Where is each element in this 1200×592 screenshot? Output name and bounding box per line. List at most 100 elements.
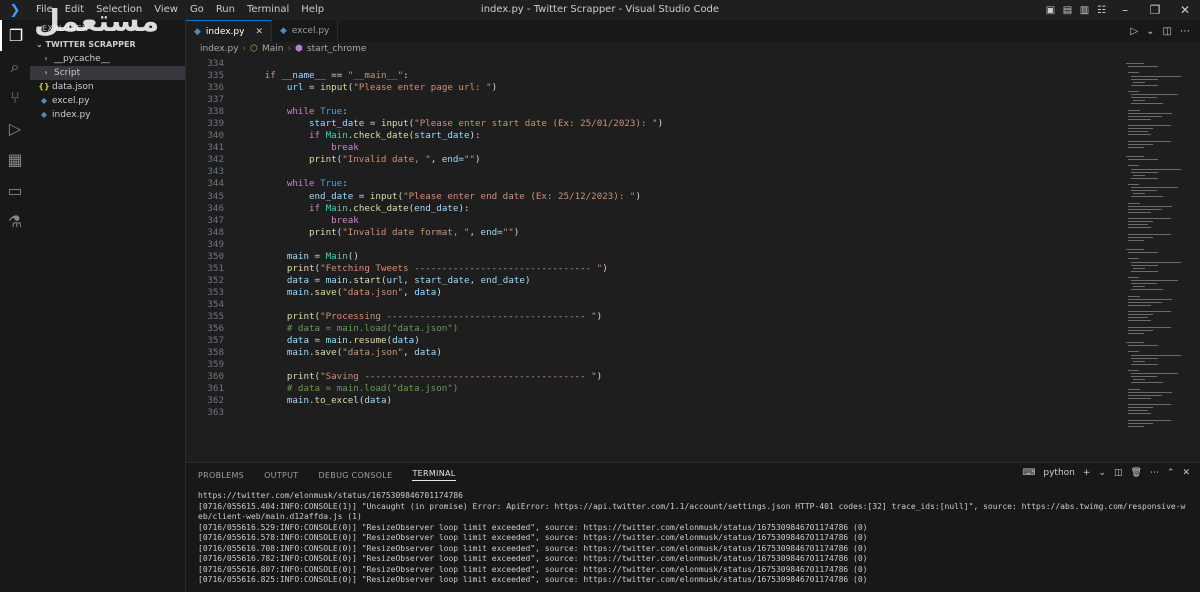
tab-problems[interactable]: PROBLEMS — [198, 471, 244, 480]
trash-icon[interactable]: 🗑 — [1130, 468, 1141, 478]
minimap-line — [1130, 261, 1182, 263]
line-number: 355 — [207, 310, 224, 322]
python-file-icon: ◆ — [40, 110, 48, 119]
method-symbol-icon: ⬢ — [295, 44, 303, 54]
line-number: 361 — [207, 383, 224, 395]
tab-excel-py[interactable]: ◆ excel.py — [272, 20, 339, 42]
remote-explorer-icon[interactable]: ▭ — [0, 175, 30, 206]
code-text: main.save("data.json", data) — [286, 347, 442, 359]
tab-index-py[interactable]: ◆ index.py ✕ — [186, 20, 272, 42]
code-line: 339 start_date = input("Please enter sta… — [186, 118, 1116, 130]
code-text: print("Processing ----------------------… — [286, 310, 603, 322]
menu-go[interactable]: Go — [184, 0, 210, 20]
code-line: 361 # data = main.load("data.json") — [186, 383, 1116, 395]
terminal-shell-icon: ⌨ — [1022, 468, 1036, 478]
minimap-line — [1128, 143, 1153, 145]
chevron-down-icon[interactable]: ⌄ — [1098, 468, 1106, 478]
minimap-line — [1128, 258, 1139, 260]
split-editor-icon[interactable]: ◫ — [1163, 26, 1172, 37]
run-debug-icon[interactable]: ▷ — [0, 113, 30, 144]
toggle-sidebar-icon[interactable]: ▣ — [1042, 5, 1059, 16]
minimap-line — [1130, 171, 1159, 173]
minimap-line — [1128, 311, 1172, 313]
terminal-output[interactable]: https://twitter.com/elonmusk/status/1675… — [198, 491, 1188, 586]
minimap-line — [1130, 283, 1157, 285]
minimap-line — [1128, 329, 1153, 331]
close-panel-icon[interactable]: ✕ — [1182, 468, 1190, 478]
tab-output[interactable]: OUTPUT — [264, 471, 298, 480]
tab-debug-console[interactable]: DEBUG CONSOLE — [318, 471, 392, 480]
line-number: 347 — [207, 214, 224, 226]
tab-terminal[interactable]: TERMINAL — [412, 469, 456, 481]
minimap[interactable] — [1116, 58, 1200, 462]
explorer-sidebar: EXPLORER ⌄ TWITTER SCRAPPER › __pycache_… — [30, 20, 186, 592]
tree-item-data-json[interactable]: {} data.json — [30, 80, 185, 94]
minimize-icon[interactable]: – — [1110, 3, 1140, 17]
terminal-shell-name[interactable]: python — [1043, 468, 1074, 478]
minimap-line — [1128, 397, 1151, 399]
split-terminal-icon[interactable]: ◫ — [1114, 468, 1123, 478]
toggle-secondary-sidebar-icon[interactable]: ▥ — [1076, 5, 1093, 16]
extensions-icon[interactable]: ▦ — [0, 144, 30, 175]
terminal-line: [0716/055616.578:INFO:CONSOLE(0)] "Resiz… — [198, 533, 868, 542]
breadcrumb-method[interactable]: start_chrome — [307, 44, 366, 54]
more-actions-icon[interactable]: ⋯ — [1150, 468, 1159, 478]
minimap-line — [1133, 379, 1146, 381]
tree-item-excel-py[interactable]: ◆ excel.py — [30, 94, 185, 108]
code-text: while True: — [286, 106, 348, 118]
minimap-line — [1128, 370, 1139, 371]
tree-item-label: Script — [54, 68, 81, 78]
minimap-line — [1128, 205, 1172, 207]
class-symbol-icon: ⬡ — [250, 44, 258, 54]
breadcrumb-file[interactable]: index.py — [200, 44, 239, 54]
editor-actions: ▷ ⌄ ◫ ⋯ — [1130, 20, 1190, 42]
terminal-line: https://twitter.com/elonmusk/status/1675… — [198, 491, 463, 500]
minimap-line — [1128, 125, 1172, 127]
customize-layout-icon[interactable]: ☷ — [1093, 5, 1110, 16]
restore-icon[interactable]: ❐ — [1140, 3, 1170, 17]
tree-item-script[interactable]: › Script — [30, 66, 185, 80]
tree-item-label: excel.py — [52, 96, 90, 106]
code-line: 350 main = Main() — [186, 251, 1116, 263]
chevron-down-icon[interactable]: ⌄ — [1146, 26, 1154, 37]
add-terminal-icon[interactable]: + — [1083, 468, 1091, 478]
more-actions-icon[interactable]: ⋯ — [1180, 26, 1190, 37]
testing-icon[interactable]: ⚗ — [0, 206, 30, 237]
minimap-line — [1133, 286, 1146, 288]
minimap-line — [1128, 146, 1145, 148]
minimap-line — [1128, 72, 1139, 74]
minimap-line — [1133, 360, 1146, 362]
maximize-panel-icon[interactable]: ⌃ — [1167, 468, 1175, 478]
line-number: 351 — [207, 262, 224, 274]
code-editor[interactable]: 334 335 if __name__ == "__main__": 336 ur… — [186, 58, 1116, 462]
tree-item-label: index.py — [52, 110, 91, 120]
close-window-icon[interactable]: ✕ — [1170, 3, 1200, 17]
run-python-icon[interactable]: ▷ — [1130, 26, 1138, 37]
code-line: 359 — [186, 359, 1116, 371]
terminal-line: [0716/055616.708:INFO:CONSOLE(0)] "Resiz… — [198, 543, 868, 553]
minimap-line — [1128, 202, 1141, 204]
code-line: 352 data = main.start(url, start_date, e… — [186, 275, 1116, 287]
menu-terminal[interactable]: Terminal — [241, 0, 295, 20]
editor-tabs: ◆ index.py ✕ ◆ excel.py ▷ ⌄ ◫ ⋯ — [186, 20, 1200, 42]
menu-help[interactable]: Help — [295, 0, 330, 20]
close-tab-icon[interactable]: ✕ — [255, 27, 263, 37]
source-control-icon[interactable]: ⑂ — [0, 82, 30, 113]
tree-item-pycache[interactable]: › __pycache__ — [30, 52, 185, 66]
workspace-folder[interactable]: ⌄ TWITTER SCRAPPER — [30, 38, 185, 52]
code-line: 355 print("Processing ------------------… — [186, 311, 1116, 323]
line-number: 337 — [207, 94, 224, 106]
breadcrumb-class[interactable]: Main — [262, 44, 284, 54]
tree-item-index-py[interactable]: ◆ index.py — [30, 108, 185, 122]
code-line: 358 main.save("data.json", data) — [186, 347, 1116, 359]
line-number: 341 — [207, 142, 224, 154]
menu-run[interactable]: Run — [210, 0, 241, 20]
minimap-line — [1130, 196, 1163, 198]
chevron-right-icon: › — [44, 68, 48, 77]
explorer-icon[interactable]: ❐ — [0, 20, 30, 51]
minimap-line — [1130, 78, 1159, 80]
search-icon[interactable]: ⌕ — [0, 51, 30, 82]
minimap-line — [1130, 280, 1179, 282]
toggle-panel-icon[interactable]: ▤ — [1059, 5, 1076, 16]
